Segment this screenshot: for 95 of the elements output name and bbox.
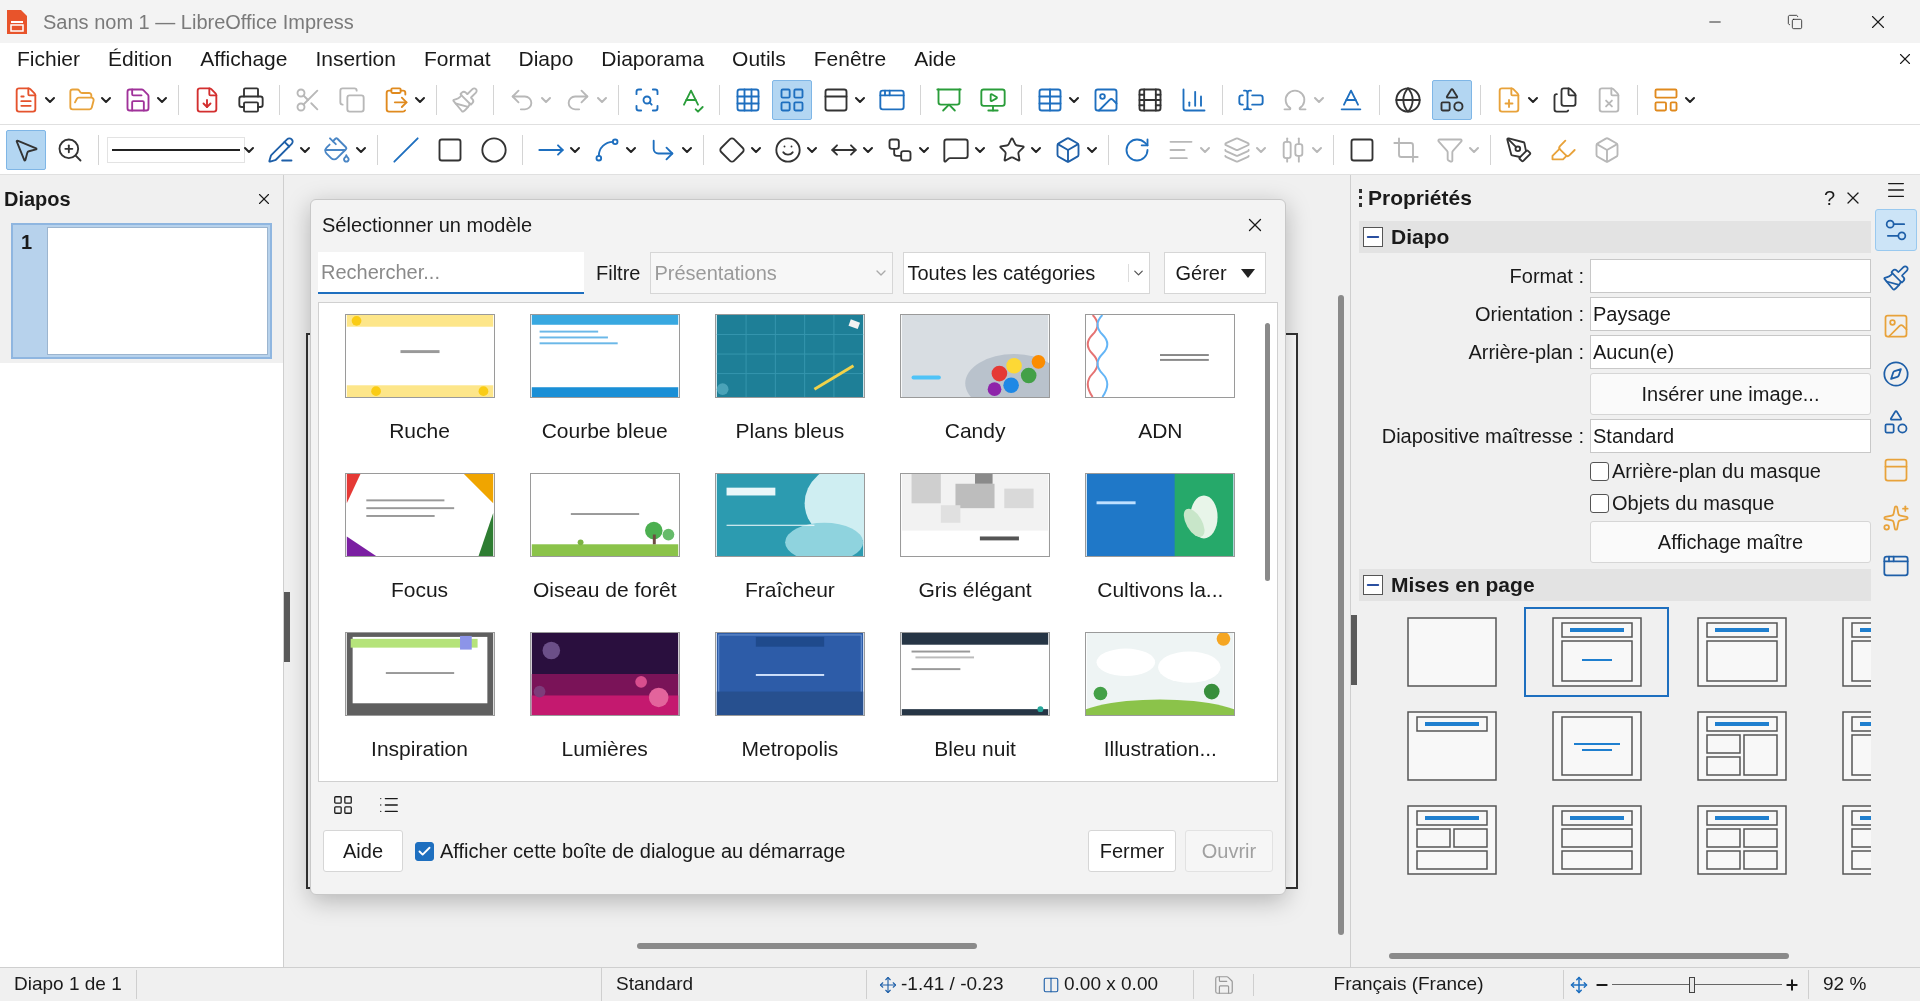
- manage-button[interactable]: Gérer: [1164, 252, 1267, 294]
- template-name[interactable]: Ruche: [389, 415, 450, 447]
- section-title: Mises en page: [1391, 572, 1535, 599]
- section-header[interactable]: Mises en page: [1359, 569, 1871, 601]
- menu-item[interactable]: Insertion: [301, 43, 410, 75]
- checkbox[interactable]: [1590, 493, 1609, 513]
- template-name[interactable]: Gris élégant: [918, 574, 1032, 606]
- field-label: Format :: [1508, 264, 1585, 289]
- template-name[interactable]: Candy: [944, 415, 1006, 447]
- menu-item[interactable]: Diaporama: [587, 43, 719, 75]
- menu-item[interactable]: Diapo: [504, 43, 588, 75]
- status-text: Diapo 1 de 1: [0, 970, 137, 999]
- pointer-icon[interactable]: [6, 129, 46, 170]
- scrollbar-thumb[interactable]: [1264, 323, 1270, 581]
- panel-title: Propriétés: [1368, 185, 1473, 212]
- checkbox-label: Afficher cette boîte de dialogue au démarrage: [440, 839, 846, 864]
- search-field[interactable]: Rechercher...: [318, 252, 584, 294]
- layout-icon: [1696, 711, 1787, 781]
- menu-item[interactable]: Format: [409, 43, 505, 75]
- status-text: Français (France): [1254, 970, 1564, 999]
- help-button[interactable]: Aide: [323, 830, 404, 872]
- menu-item[interactable]: Aide: [900, 43, 971, 75]
- status-text: -1.41 / -0.23: [901, 972, 1004, 997]
- section-header[interactable]: Diapo: [1359, 221, 1871, 253]
- layout-icon: [1406, 711, 1497, 781]
- template-name[interactable]: Oiseau de forêt: [532, 574, 677, 606]
- input-field[interactable]: Standard: [1590, 419, 1871, 453]
- field-label: Orientation :: [1474, 302, 1585, 327]
- window-title: Sans nom 1 — LibreOffice Impress: [43, 9, 354, 35]
- scrollbar-thumb[interactable]: [637, 943, 977, 949]
- template-name[interactable]: Inspiration: [371, 733, 468, 765]
- status-text: 0.00 x 0.00: [1064, 972, 1159, 997]
- slide-number: 1: [20, 230, 33, 255]
- menu-item[interactable]: Affichage: [186, 43, 302, 75]
- drag-handle-icon[interactable]: [1359, 189, 1362, 207]
- help-icon[interactable]: ?: [1823, 183, 1835, 213]
- layout-icon: [1406, 805, 1497, 875]
- scrollbar-thumb[interactable]: [1338, 295, 1344, 935]
- template-name[interactable]: Illustration...: [1103, 733, 1217, 765]
- zoom-reading: 92 %: [1808, 970, 1875, 999]
- template-name[interactable]: Metropolis: [741, 733, 839, 765]
- input-field[interactable]: Aucun(e): [1590, 335, 1871, 369]
- section-title: Diapo: [1391, 224, 1450, 251]
- size-icon: [1042, 975, 1060, 994]
- slide-thumbnail[interactable]: 1: [11, 223, 272, 359]
- menu-item[interactable]: Fichier: [3, 43, 94, 75]
- category-dropdown[interactable]: Toutes les catégories: [903, 252, 1151, 294]
- filter-label: Filtre: [596, 261, 641, 286]
- collapse-handle[interactable]: [1351, 615, 1357, 685]
- template-name[interactable]: Lumières: [561, 733, 648, 765]
- status-text: Standard: [602, 970, 867, 999]
- field-label: Arrière-plan :: [1467, 340, 1585, 365]
- checkbox-label: Arrière-plan du masque: [1612, 459, 1821, 484]
- position-icon: [879, 975, 897, 994]
- panel-button[interactable]: Affichage maître: [1590, 521, 1871, 563]
- menu-item[interactable]: Édition: [94, 43, 187, 75]
- template-name[interactable]: Courbe bleue: [541, 415, 668, 447]
- zoom-in-icon[interactable]: [1784, 976, 1800, 993]
- checkbox-label: Objets du masque: [1612, 491, 1775, 516]
- layout-icon: [1551, 805, 1642, 875]
- layout-icon: [1551, 711, 1642, 781]
- fit-page-icon[interactable]: [1570, 975, 1588, 994]
- settings-icon[interactable]: [1874, 209, 1917, 251]
- collapse-icon[interactable]: [1363, 575, 1383, 595]
- template-name[interactable]: Cultivons la...: [1097, 574, 1224, 606]
- layout-icon: [1551, 617, 1642, 687]
- template-name[interactable]: Plans bleus: [735, 415, 845, 447]
- close-button[interactable]: Fermer: [1088, 830, 1176, 872]
- scrollbar-thumb[interactable]: [1389, 953, 1789, 959]
- menu-item[interactable]: Fenêtre: [799, 43, 901, 75]
- caret-icon[interactable]: [1240, 268, 1255, 278]
- input-field[interactable]: Paysage: [1590, 297, 1871, 331]
- panel-title: Diapos: [4, 187, 72, 212]
- grid-icon[interactable]: [772, 79, 812, 120]
- zoom-slider-thumb[interactable]: [1688, 976, 1695, 993]
- template-name[interactable]: ADN: [1138, 415, 1183, 447]
- layout-option[interactable]: [1524, 607, 1669, 697]
- checkbox[interactable]: [1590, 461, 1609, 481]
- layout-icon: [1696, 617, 1787, 687]
- menu-item[interactable]: Outils: [718, 43, 800, 75]
- input-field[interactable]: [1590, 259, 1871, 293]
- layout-icon: [1406, 617, 1497, 687]
- line-style-field[interactable]: [107, 136, 245, 163]
- collapse-handle[interactable]: [284, 592, 290, 662]
- template-name[interactable]: Bleu nuit: [934, 733, 1016, 765]
- field-label: Diapositive maîtresse :: [1380, 424, 1585, 449]
- layout-icon: [1696, 805, 1787, 875]
- shapes-icon[interactable]: [1432, 79, 1472, 120]
- app-logo-icon: [5, 7, 29, 36]
- template-name[interactable]: Focus: [390, 574, 449, 606]
- dialog-title: Sélectionner un modèle: [322, 213, 534, 238]
- checkbox[interactable]: [415, 841, 435, 861]
- panel-button[interactable]: Insérer une image...: [1590, 373, 1871, 415]
- template-name[interactable]: Fraîcheur: [744, 574, 835, 606]
- collapse-icon[interactable]: [1363, 227, 1383, 247]
